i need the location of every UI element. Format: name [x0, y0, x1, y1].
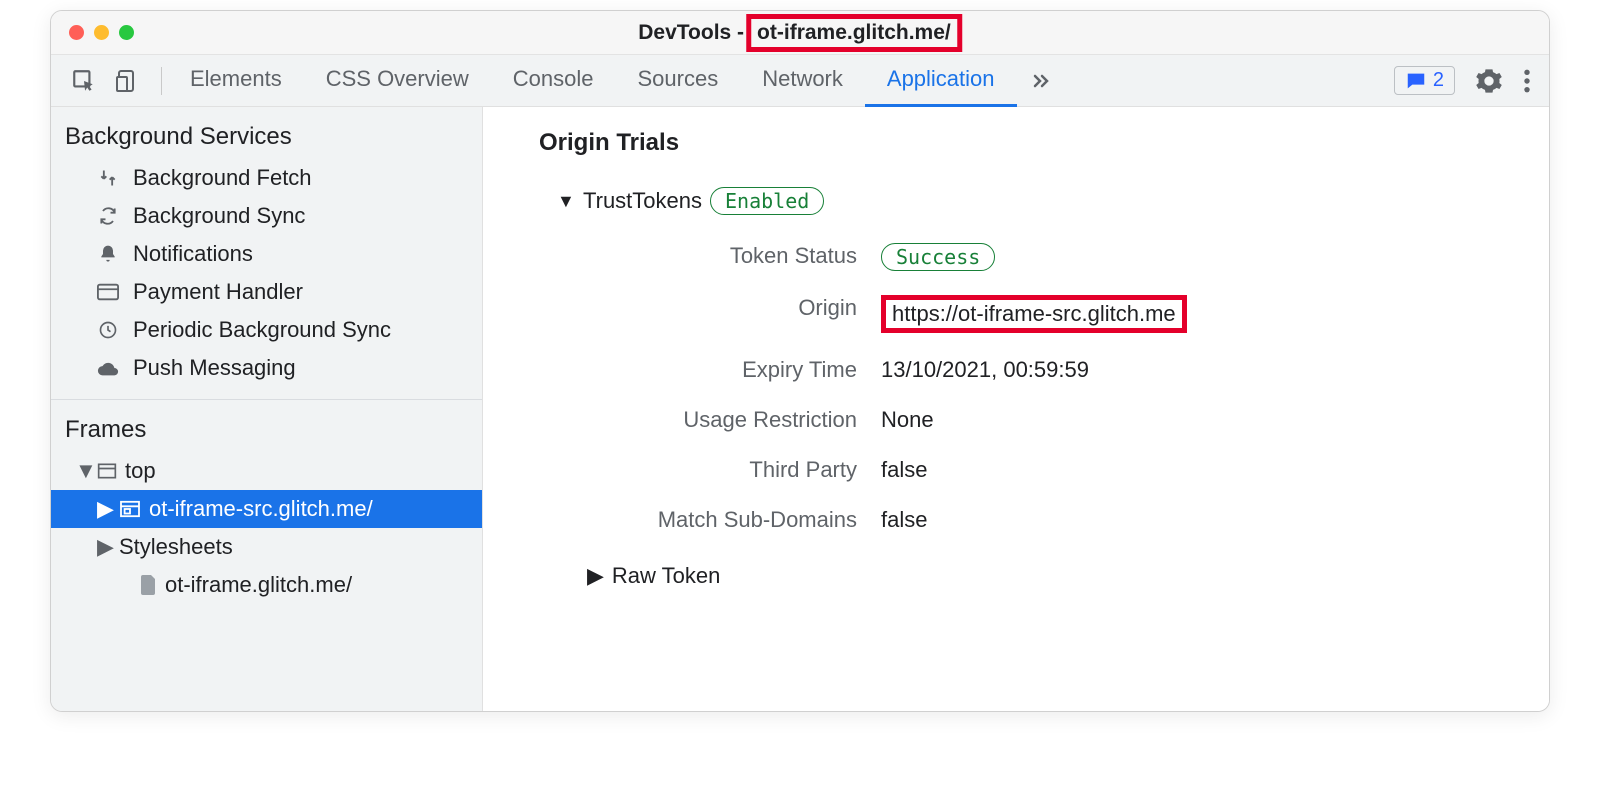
fetch-icon: [95, 168, 121, 188]
expiry-label: Expiry Time: [557, 357, 857, 383]
more-tabs-icon[interactable]: [1017, 69, 1065, 93]
origin-label: Origin: [557, 295, 857, 333]
main-content: Origin Trials ▼ TrustTokens Enabled Toke…: [483, 107, 1549, 711]
token-status-value: Success: [881, 243, 1509, 271]
toolbar-divider: [161, 67, 162, 95]
frame-iframe-label: ot-iframe-src.glitch.me/: [149, 496, 373, 522]
third-party-value: false: [881, 457, 1509, 483]
frames-top-row[interactable]: ▼ top: [51, 452, 482, 490]
expand-arrow-icon[interactable]: ▶: [97, 534, 111, 560]
tab-css-overview[interactable]: CSS Overview: [304, 55, 491, 107]
trial-row[interactable]: ▼ TrustTokens Enabled: [539, 187, 1509, 215]
issues-badge[interactable]: 2: [1394, 66, 1455, 95]
trial-name: TrustTokens: [583, 188, 702, 214]
card-icon: [95, 283, 121, 301]
section-frames: Frames: [51, 400, 482, 452]
tab-application[interactable]: Application: [865, 55, 1017, 107]
issues-count: 2: [1433, 69, 1444, 92]
enabled-badge: Enabled: [710, 187, 824, 215]
frame-icon: [97, 462, 117, 480]
subdomains-label: Match Sub-Domains: [557, 507, 857, 533]
tab-console[interactable]: Console: [491, 55, 616, 107]
sidebar-item-label: Notifications: [133, 241, 253, 267]
origin-trials-heading: Origin Trials: [539, 129, 1509, 157]
expand-arrow-icon[interactable]: ▶: [587, 563, 604, 589]
sidebar-item-background-fetch[interactable]: Background Fetch: [51, 159, 482, 197]
frame-file-label: ot-iframe.glitch.me/: [165, 572, 352, 598]
panel-body: Background Services Background Fetch Bac…: [51, 107, 1549, 711]
third-party-label: Third Party: [557, 457, 857, 483]
sidebar-item-background-sync[interactable]: Background Sync: [51, 197, 482, 235]
sync-icon: [95, 206, 121, 226]
usage-value: None: [881, 407, 1509, 433]
subdomains-value: false: [881, 507, 1509, 533]
sidebar-item-label: Push Messaging: [133, 355, 296, 381]
iframe-icon: [119, 500, 141, 518]
section-background-services: Background Services: [51, 107, 482, 159]
devtools-toolbar: Elements CSS Overview Console Sources Ne…: [51, 55, 1549, 107]
window-close-button[interactable]: [69, 25, 84, 40]
expand-arrow-icon[interactable]: ▼: [75, 458, 89, 484]
sidebar-item-notifications[interactable]: Notifications: [51, 235, 482, 273]
success-badge: Success: [881, 243, 995, 271]
frame-stylesheets-label: Stylesheets: [119, 534, 233, 560]
frame-top-label: top: [125, 458, 156, 484]
frames-iframe-row[interactable]: ▶ ot-iframe-src.glitch.me/: [51, 490, 482, 528]
token-status-label: Token Status: [557, 243, 857, 271]
expiry-value: 13/10/2021, 00:59:59: [881, 357, 1509, 383]
settings-icon[interactable]: [1475, 67, 1503, 95]
raw-token-label: Raw Token: [612, 563, 720, 589]
origin-value: https://ot-iframe-src.glitch.me: [881, 295, 1509, 333]
usage-label: Usage Restriction: [557, 407, 857, 433]
device-toggle-icon[interactable]: [115, 68, 139, 94]
window-title: DevTools - ot-iframe.glitch.me/: [638, 14, 962, 52]
sidebar-item-push-messaging[interactable]: Push Messaging: [51, 349, 482, 387]
clock-icon: [95, 320, 121, 340]
tab-network[interactable]: Network: [740, 55, 865, 107]
file-icon: [141, 575, 157, 595]
origin-value-text: https://ot-iframe-src.glitch.me: [881, 295, 1187, 333]
window-minimize-button[interactable]: [94, 25, 109, 40]
tab-elements[interactable]: Elements: [168, 55, 304, 107]
bell-icon: [95, 244, 121, 264]
raw-token-row[interactable]: ▶ Raw Token: [539, 563, 1509, 589]
more-options-icon[interactable]: [1523, 68, 1531, 94]
sidebar-item-label: Periodic Background Sync: [133, 317, 391, 343]
cloud-icon: [95, 360, 121, 376]
sidebar-item-label: Background Sync: [133, 203, 305, 229]
devtools-window: DevTools - ot-iframe.glitch.me/: [50, 10, 1550, 712]
inspect-element-icon[interactable]: [71, 68, 97, 94]
expand-arrow-icon[interactable]: ▼: [557, 191, 575, 212]
sidebar-item-periodic-sync[interactable]: Periodic Background Sync: [51, 311, 482, 349]
window-maximize-button[interactable]: [119, 25, 134, 40]
titlebar: DevTools - ot-iframe.glitch.me/: [51, 11, 1549, 55]
title-url: ot-iframe.glitch.me/: [746, 14, 962, 52]
toolbar-right: 2: [1394, 66, 1537, 95]
application-sidebar: Background Services Background Fetch Bac…: [51, 107, 483, 711]
toolbar-left: Elements CSS Overview Console Sources Ne…: [63, 55, 1065, 107]
frames-stylesheets-row[interactable]: ▶ Stylesheets: [51, 528, 482, 566]
tab-sources[interactable]: Sources: [615, 55, 740, 107]
frames-file-row[interactable]: ot-iframe.glitch.me/: [51, 566, 482, 604]
traffic-lights: [51, 25, 134, 40]
sidebar-item-label: Payment Handler: [133, 279, 303, 305]
trial-details: Token Status Success Origin https://ot-i…: [539, 243, 1509, 533]
sidebar-item-label: Background Fetch: [133, 165, 312, 191]
panel-tabs: Elements CSS Overview Console Sources Ne…: [168, 55, 1017, 107]
expand-arrow-icon[interactable]: ▶: [97, 496, 111, 522]
title-prefix: DevTools -: [638, 21, 744, 45]
sidebar-item-payment-handler[interactable]: Payment Handler: [51, 273, 482, 311]
